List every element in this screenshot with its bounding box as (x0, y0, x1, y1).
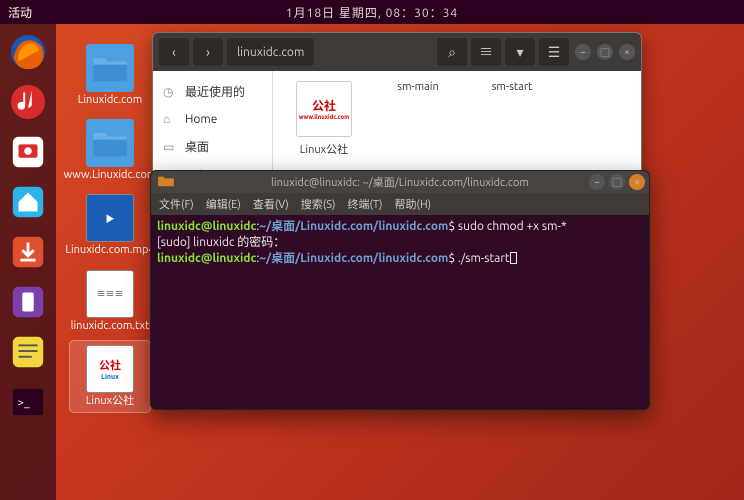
text-file-icon: ≡≡≡ (86, 270, 134, 318)
dock-usb[interactable] (6, 280, 50, 324)
dock-download[interactable] (6, 230, 50, 274)
terminal-line: linuxidc@linuxidc:~/桌面/Linuxidc.com/linu… (157, 251, 643, 267)
terminal-line: linuxidc@linuxidc:~/桌面/Linuxidc.com/linu… (157, 219, 643, 235)
desktop-icon-text[interactable]: ≡≡≡ linuxidc.com.txt (70, 266, 150, 337)
terminal-line: [sudo] linuxidc 的密码： (157, 235, 643, 251)
desktop-icon-label: Linuxidc.com.mp4 (65, 244, 154, 257)
file-label: sm-start (492, 81, 533, 93)
menu-icon: ☰ (548, 44, 561, 61)
window-close-button[interactable]: × (619, 44, 635, 60)
window-minimize-button[interactable]: – (589, 174, 605, 190)
nav-back-button[interactable]: ‹ (159, 38, 189, 66)
desktop-icon-video[interactable]: ▶ Linuxidc.com.mp4 (70, 190, 150, 261)
logo-icon: 公社Linux (86, 345, 134, 393)
menu-search[interactable]: 搜索(S) (301, 196, 336, 212)
folder-icon (86, 119, 134, 167)
dock-firefox[interactable] (6, 30, 50, 74)
cursor (510, 252, 517, 264)
dock-terminal[interactable]: >_ (6, 380, 50, 424)
desktop-icon-label: www.Linuxidc.com (64, 169, 157, 182)
desktop-icon-folder-www[interactable]: www.Linuxidc.com (70, 115, 150, 186)
file-item-sm-start[interactable]: >_ sm-start (477, 81, 547, 171)
file-label: sm-main (397, 81, 439, 93)
breadcrumb-path[interactable]: linuxidc.com (227, 38, 314, 66)
terminal-window: linuxidc@linuxidc: ~/桌面/Linuxidc.com/lin… (150, 170, 650, 410)
top-bar: 活动 1月18日 星期四, 08：30：34 (0, 0, 744, 24)
clock[interactable]: 1月18日 星期四, 08：30：34 (286, 4, 458, 21)
window-maximize-button[interactable]: ▢ (597, 44, 613, 60)
desktop-icon-label: linuxidc.com.txt (71, 320, 150, 333)
dock-notes[interactable] (6, 330, 50, 374)
svg-text:>_: >_ (18, 396, 30, 409)
sidebar-item-home[interactable]: ⌂ Home (153, 106, 272, 132)
file-manager-headerbar: ‹ › linuxidc.com ⌕ ≡ ▾ ☰ – ▢ × (153, 33, 641, 71)
sidebar-item-label: 最近使用的 (185, 83, 245, 100)
chevron-down-icon: ▾ (516, 44, 523, 61)
folder-icon (157, 174, 175, 191)
dock-screenshot[interactable] (6, 130, 50, 174)
window-close-button[interactable]: × (629, 174, 645, 190)
dock-home[interactable] (6, 180, 50, 224)
search-button[interactable]: ⌕ (437, 38, 467, 66)
file-manager-window: ‹ › linuxidc.com ⌕ ≡ ▾ ☰ – ▢ × ◷ 最近使用的 ⌂ H… (152, 32, 642, 182)
folder-icon (86, 44, 134, 92)
terminal-menubar: 文件(F) 编辑(E) 查看(V) 搜索(S) 终端(T) 帮助(H) (151, 193, 649, 215)
dock: >_ (0, 24, 56, 500)
terminal-titlebar[interactable]: linuxidc@linuxidc: ~/桌面/Linuxidc.com/lin… (151, 171, 649, 193)
list-icon: ≡ (479, 42, 493, 62)
clock-icon: ◷ (163, 85, 177, 99)
sidebar-item-desktop[interactable]: ▭ 桌面 (153, 132, 272, 161)
desktop-icon-label: Linuxidc.com (78, 94, 142, 107)
window-maximize-button[interactable]: ▢ (609, 174, 625, 190)
menu-edit[interactable]: 编辑(E) (206, 196, 241, 212)
menu-view[interactable]: 查看(V) (253, 196, 289, 212)
home-icon: ⌂ (163, 112, 177, 126)
file-manager-files: 公社www.linuxidc.com Linux公社 >_ sm-main >_… (273, 71, 641, 181)
hamburger-button[interactable]: ☰ (539, 38, 569, 66)
desktop-icon-logo-selected[interactable]: 公社Linux Linux公社 (70, 341, 150, 412)
desktop-icon-folder-linuxidc[interactable]: Linuxidc.com (70, 40, 150, 111)
menu-terminal[interactable]: 终端(T) (347, 196, 382, 212)
activities-button[interactable]: 活动 (8, 4, 32, 21)
logo-icon: 公社www.linuxidc.com (296, 81, 352, 137)
search-icon: ⌕ (448, 44, 456, 61)
nav-forward-button[interactable]: › (193, 38, 223, 66)
desktop-icon: ▭ (163, 140, 177, 154)
sidebar-item-label: Home (185, 113, 217, 126)
video-icon: ▶ (86, 194, 134, 242)
menu-help[interactable]: 帮助(H) (395, 196, 432, 212)
view-list-button[interactable]: ≡ (471, 38, 501, 66)
terminal-title-text: linuxidc@linuxidc: ~/桌面/Linuxidc.com/lin… (271, 174, 529, 190)
sidebar-item-label: 桌面 (185, 138, 209, 155)
file-item-logo[interactable]: 公社www.linuxidc.com Linux公社 (289, 81, 359, 171)
view-menu-button[interactable]: ▾ (505, 38, 535, 66)
desktop-icons: Linuxidc.com www.Linuxidc.com ▶ Linuxidc… (70, 40, 150, 412)
file-manager-sidebar: ◷最近使用的 ⌂Home ▭桌面 ▯视频 (153, 71, 273, 181)
sidebar-item-recent[interactable]: ◷ 最近使用的 (153, 77, 272, 106)
dock-music[interactable] (6, 80, 50, 124)
window-minimize-button[interactable]: – (575, 44, 591, 60)
menu-file[interactable]: 文件(F) (159, 196, 194, 212)
file-item-sm-main[interactable]: >_ sm-main (383, 81, 453, 171)
file-label: Linux公社 (300, 141, 348, 157)
terminal-body[interactable]: linuxidc@linuxidc:~/桌面/Linuxidc.com/linu… (151, 215, 649, 272)
desktop-icon-label: Linux公社 (86, 395, 134, 408)
